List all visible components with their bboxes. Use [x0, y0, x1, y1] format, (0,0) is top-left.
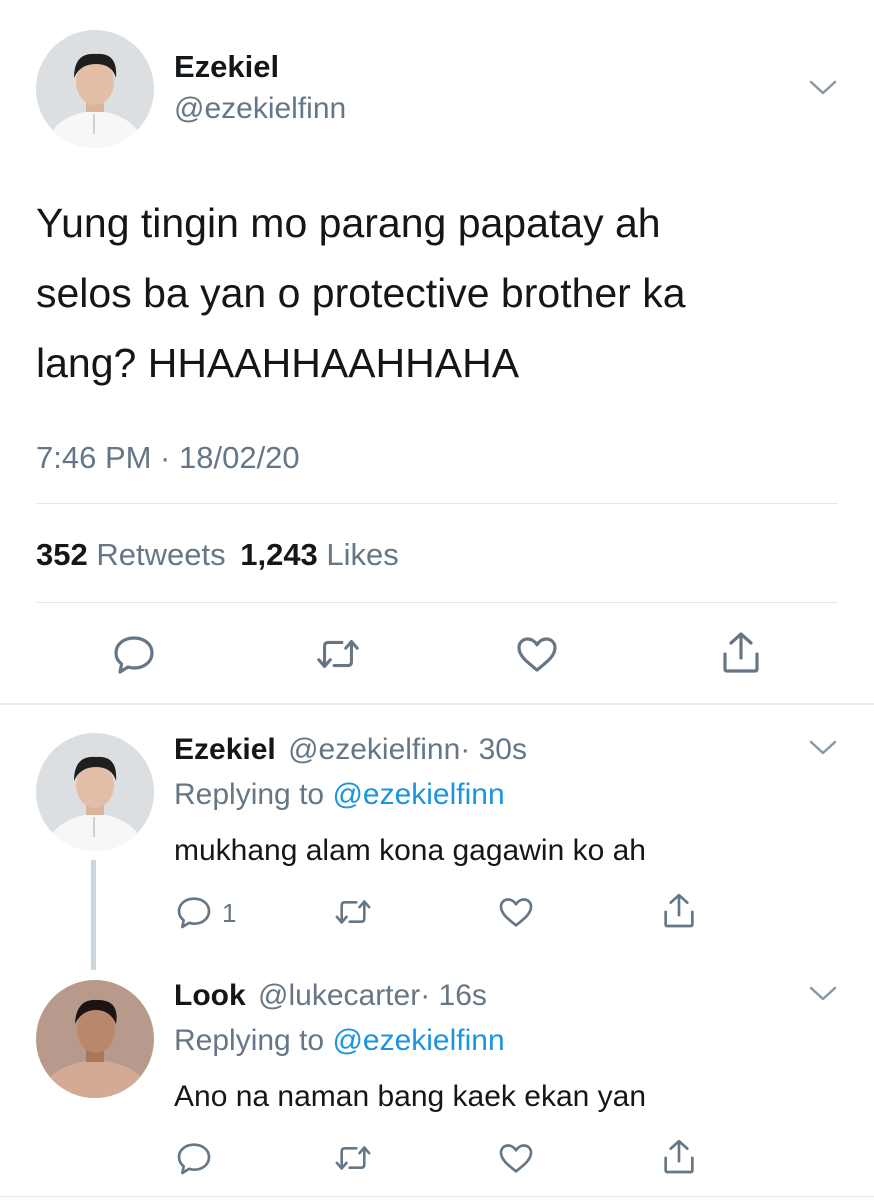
replying-to-label: Replying to — [174, 1024, 325, 1057]
handle[interactable]: @lukecarter — [258, 979, 420, 1012]
retweet-count[interactable]: 352 — [36, 537, 88, 572]
reply-text: Ano na naman bang kaek ekan yan — [174, 1080, 647, 1113]
like-icon[interactable] — [513, 630, 561, 678]
reply-icon[interactable] — [110, 630, 158, 678]
avatar[interactable] — [36, 30, 154, 148]
replying-to-link[interactable]: @ezekielfinn — [332, 778, 504, 811]
handle[interactable]: @ezekielfinn — [288, 733, 460, 766]
handle[interactable]: @ezekielfinn — [174, 90, 346, 128]
retweets-label[interactable]: Retweets — [96, 537, 225, 572]
replying-to: Replying to @ezekielfinn — [174, 1022, 505, 1060]
reply-time[interactable]: · 16s — [420, 979, 487, 1012]
display-name[interactable]: Look — [174, 979, 246, 1012]
engagement-stats: 352 Retweets 1,243 Likes — [36, 535, 399, 575]
reply-time[interactable]: · 30s — [460, 733, 527, 766]
like-count[interactable]: 1,243 — [240, 537, 318, 572]
share-icon[interactable] — [659, 1136, 699, 1178]
reply-header: Look @lukecarter· 16s — [174, 977, 487, 1015]
replying-to: Replying to @ezekielfinn — [174, 776, 505, 814]
tweet-text-line: Yung tingin mo parang papatay ah — [36, 200, 661, 246]
avatar[interactable] — [36, 980, 154, 1098]
timestamp[interactable]: 7:46 PM · 18/02/20 — [36, 438, 300, 478]
share-icon[interactable] — [659, 890, 699, 932]
replying-to-label: Replying to — [174, 778, 325, 811]
retweet-icon[interactable] — [332, 1138, 374, 1178]
replying-to-link[interactable]: @ezekielfinn — [332, 1024, 504, 1057]
share-icon[interactable] — [717, 628, 765, 678]
like-icon[interactable] — [496, 892, 536, 932]
chevron-down-icon[interactable] — [806, 76, 840, 100]
divider — [36, 602, 838, 603]
tweet-text-line: selos ba yan o protective brother ka — [36, 270, 686, 316]
display-name[interactable]: Ezekiel — [174, 48, 279, 86]
reply-count[interactable]: 1 — [222, 898, 236, 928]
thread-line — [91, 860, 96, 970]
chevron-down-icon[interactable] — [806, 982, 840, 1006]
retweet-icon[interactable] — [332, 892, 374, 932]
divider — [0, 1196, 874, 1197]
retweet-icon[interactable] — [313, 630, 363, 678]
tweet-text-line: lang? HHAAHHAAHHAHA — [36, 340, 520, 386]
likes-label[interactable]: Likes — [326, 537, 398, 572]
divider — [0, 703, 874, 705]
divider — [36, 503, 838, 504]
reply-icon[interactable] — [174, 1138, 214, 1178]
reply-header: Ezekiel @ezekielfinn· 30s — [174, 731, 527, 769]
avatar[interactable] — [36, 733, 154, 851]
reply-text: mukhang alam kona gagawin ko ah — [174, 834, 646, 867]
display-name[interactable]: Ezekiel — [174, 733, 276, 766]
like-icon[interactable] — [496, 1138, 536, 1178]
tweet-text: Yung tingin mo parang papatay ah selos b… — [36, 188, 856, 398]
chevron-down-icon[interactable] — [806, 736, 840, 760]
reply-icon[interactable] — [174, 892, 214, 932]
